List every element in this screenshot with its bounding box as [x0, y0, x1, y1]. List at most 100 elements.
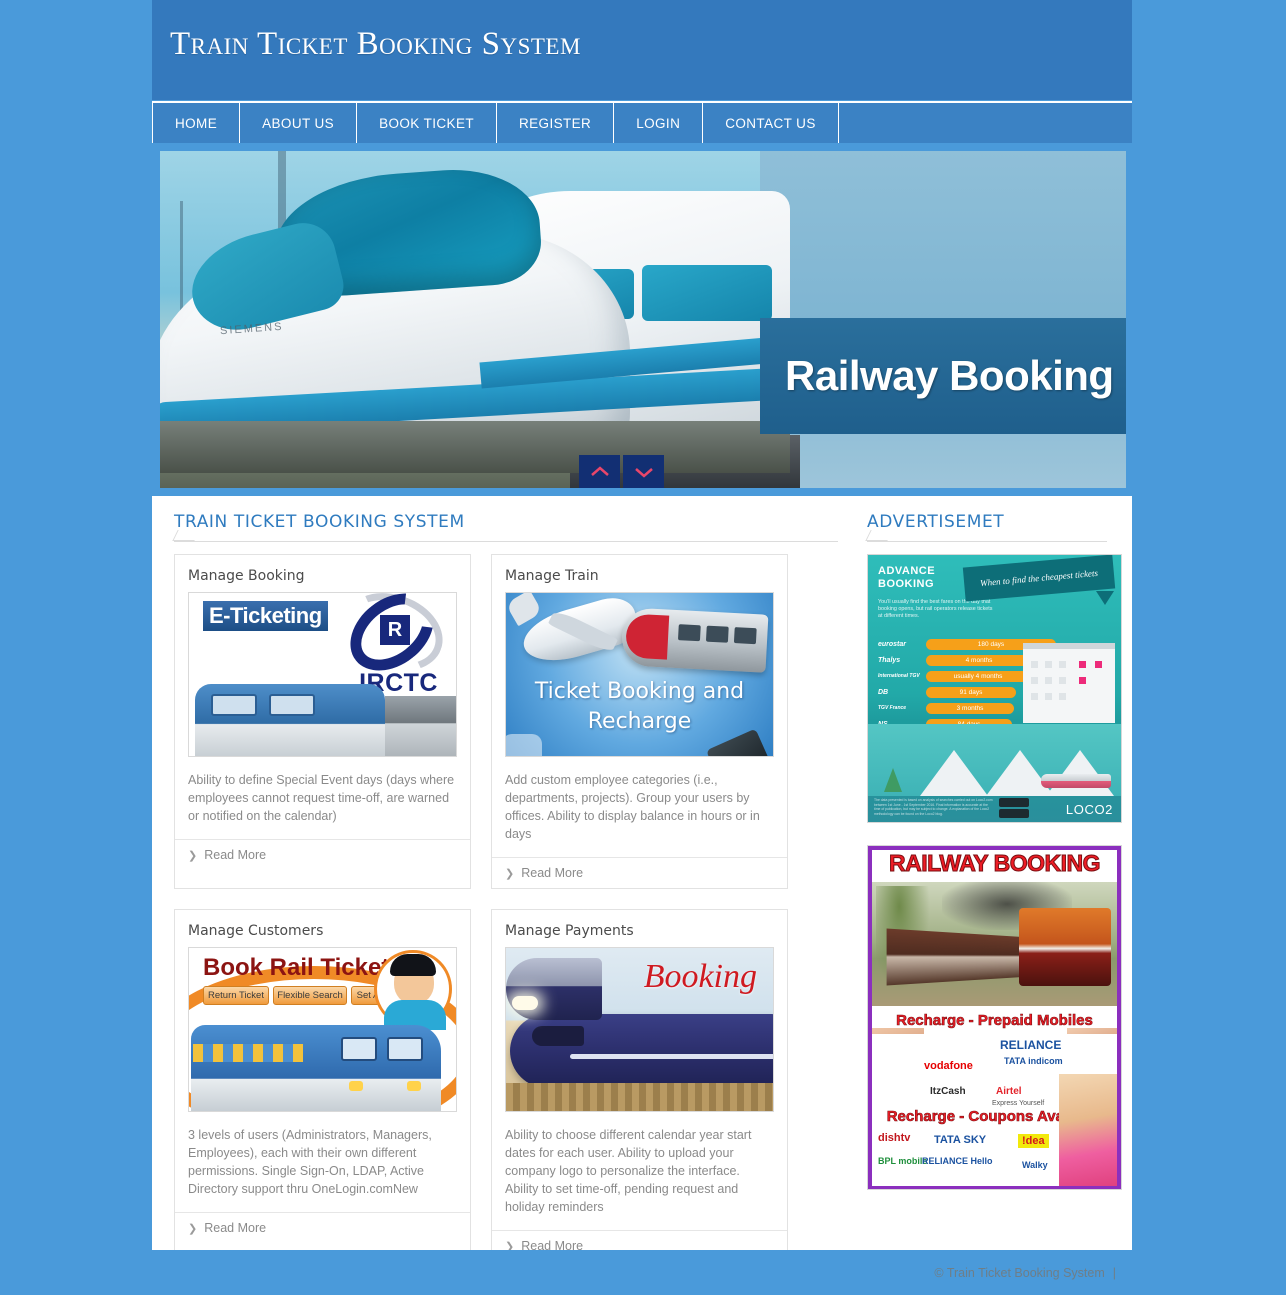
ads-section-heading: ADVERTISEMET	[867, 512, 1005, 532]
brand-reliance-hello: RELIANCE Hello	[922, 1156, 993, 1166]
hero-slider[interactable]: SIEMENS Railway Booking	[160, 151, 1126, 488]
train-window	[341, 1037, 377, 1061]
train-coaches	[886, 928, 1035, 986]
slider-prev-button[interactable]	[579, 455, 620, 488]
red-train-illustration	[620, 607, 769, 673]
nav-item-book-ticket[interactable]: BOOK TICKET	[357, 103, 497, 143]
ads-heading-rule	[867, 541, 1107, 542]
brand-walky: Walky	[1022, 1160, 1048, 1170]
calendar-cell	[1045, 693, 1052, 700]
app-store-badge[interactable]	[999, 798, 1029, 807]
ads-heading-rule-tab	[865, 530, 893, 541]
airplane-tail	[506, 593, 543, 627]
read-more-link[interactable]: ❯ Read More	[492, 857, 787, 888]
calendar-cell	[1059, 693, 1066, 700]
track-ballast	[160, 421, 790, 473]
nav-item-contact-us[interactable]: CONTACT US	[703, 103, 839, 143]
cartoon-hair	[390, 954, 436, 976]
train-side-window	[642, 265, 772, 321]
slider-next-button[interactable]	[623, 455, 664, 488]
purple-train-illustration	[510, 1014, 773, 1088]
locomotive-window	[211, 694, 257, 716]
brand-dishtv: dishtv	[878, 1132, 911, 1144]
operator-logo-international-tgv: International TGV	[878, 673, 920, 679]
google-play-badge[interactable]	[999, 809, 1029, 818]
read-more-link[interactable]: ❯ Read More	[175, 1212, 470, 1243]
brand-idea: !dea	[1018, 1134, 1049, 1148]
footer-separator: |	[1112, 1265, 1116, 1280]
brand-airtel-tagline: Express Yourself	[992, 1100, 1045, 1107]
advertisement-column: ADVANCE BOOKING You'll usually find the …	[867, 554, 1122, 1190]
ad-title-railway-booking: RAILWAY BOOKING	[888, 850, 1101, 877]
ribbon-arrow-icon	[1096, 591, 1114, 605]
ad-advance-booking[interactable]: ADVANCE BOOKING You'll usually find the …	[867, 554, 1122, 823]
main-heading-rule-tab	[172, 530, 200, 541]
calendar-cell	[1045, 677, 1052, 684]
train-window	[532, 1026, 584, 1046]
calendar-cell-highlight	[1095, 661, 1102, 668]
booking-script-word: Booking	[643, 958, 757, 995]
feature-card-manage-payments[interactable]: Manage Payments Booking Ability to choos…	[491, 909, 788, 1262]
railway-track	[506, 1083, 773, 1111]
card-description: Ability to define Special Event days (da…	[188, 773, 455, 823]
calendar-cell	[1045, 661, 1052, 668]
chevron-right-icon: ❯	[188, 849, 198, 862]
site-footer: © Train Ticket Booking System |	[152, 1250, 1132, 1295]
train-illustration: SIEMENS	[160, 163, 800, 488]
chip-return-ticket: Return Ticket	[203, 986, 269, 1005]
brand-tata-sky: TATA SKY	[934, 1134, 987, 1146]
card-image-book-rail-ticket: Book Rail Ticket Return Ticket Flexible …	[188, 947, 457, 1112]
train-headlamp	[407, 1081, 421, 1091]
brand-reliance: RELIANCE	[1000, 1038, 1062, 1052]
ad-railway-booking-recharge[interactable]: RAILWAY BOOKING Recharge - Prepaid Mobil…	[867, 845, 1122, 1190]
train-front-red	[624, 613, 670, 660]
slide-caption: Railway Booking	[760, 318, 1126, 434]
read-more-label: Read More	[204, 848, 267, 862]
blue-train-illustration	[191, 1025, 441, 1111]
brand-bpl-mobile: BPL mobile	[878, 1156, 928, 1166]
chevron-up-icon	[590, 465, 609, 476]
feature-card-manage-train[interactable]: Manage Train Ticket Booking and Recharge	[491, 554, 788, 889]
ad-bar-thalys: 4 months	[926, 655, 1032, 666]
card-title: Manage Customers	[188, 923, 324, 939]
nav-item-register[interactable]: REGISTER	[497, 103, 615, 143]
chevron-right-icon: ❯	[505, 867, 515, 880]
card-title: Manage Train	[505, 568, 599, 584]
train-headlamp	[512, 996, 538, 1010]
brand-itzcash: ItzCash	[930, 1086, 966, 1097]
ad-brand-loco2: LOCO2	[1065, 802, 1113, 817]
card-title: Manage Payments	[505, 923, 634, 939]
content-area: TRAIN TICKET BOOKING SYSTEM ADVERTISEMET…	[152, 496, 1132, 1262]
feature-card-manage-customers[interactable]: Manage Customers Book Rail Ticket Return…	[174, 909, 471, 1262]
ad-train-illustration	[1041, 774, 1111, 788]
card-image-e-ticketing: R E-Ticketing IRCTC	[188, 592, 457, 757]
train-nose	[506, 958, 602, 1020]
card-description: Add custom employee categories (i.e., de…	[505, 773, 760, 841]
nav-item-login[interactable]: LOGIN	[614, 103, 704, 143]
main-navigation: HOME ABOUT US BOOK TICKET REGISTER LOGIN…	[152, 101, 1132, 143]
train-window	[733, 627, 757, 645]
chevron-down-icon	[634, 467, 653, 478]
read-more-label: Read More	[204, 1221, 267, 1235]
locomotive-window	[269, 694, 315, 716]
card-title: Manage Booking	[188, 568, 305, 584]
train-window	[705, 625, 729, 643]
train-window	[677, 624, 701, 642]
pine-tree-icon	[884, 768, 902, 792]
feature-card-manage-booking[interactable]: Manage Booking R E-Ticketing IRCTC Abili…	[174, 554, 471, 889]
photo-person-blonde	[1059, 1074, 1117, 1186]
ad-bar-value: 3 months	[956, 705, 984, 712]
page-root: Train Ticket Booking System HOME ABOUT U…	[0, 0, 1286, 1295]
ad-disclaimer: The data presented is based on analysis …	[874, 798, 993, 816]
ad-line-recharge-prepaid: Recharge - Prepaid Mobiles	[896, 1012, 1093, 1030]
operator-logo-thalys: Thalys	[878, 657, 901, 664]
brand-tata-indicom: TATA indicom	[1004, 1056, 1063, 1066]
mountain-peak	[920, 750, 988, 796]
nav-item-about-us[interactable]: ABOUT US	[240, 103, 358, 143]
caption-line-1: Ticket Booking and	[534, 679, 745, 704]
ad-title: ADVANCE BOOKING	[878, 565, 935, 591]
train-coach	[385, 696, 456, 756]
card-description: 3 levels of users (Administrators, Manag…	[188, 1128, 432, 1196]
nav-item-home[interactable]: HOME	[152, 103, 241, 143]
read-more-link[interactable]: ❯ Read More	[175, 839, 470, 870]
